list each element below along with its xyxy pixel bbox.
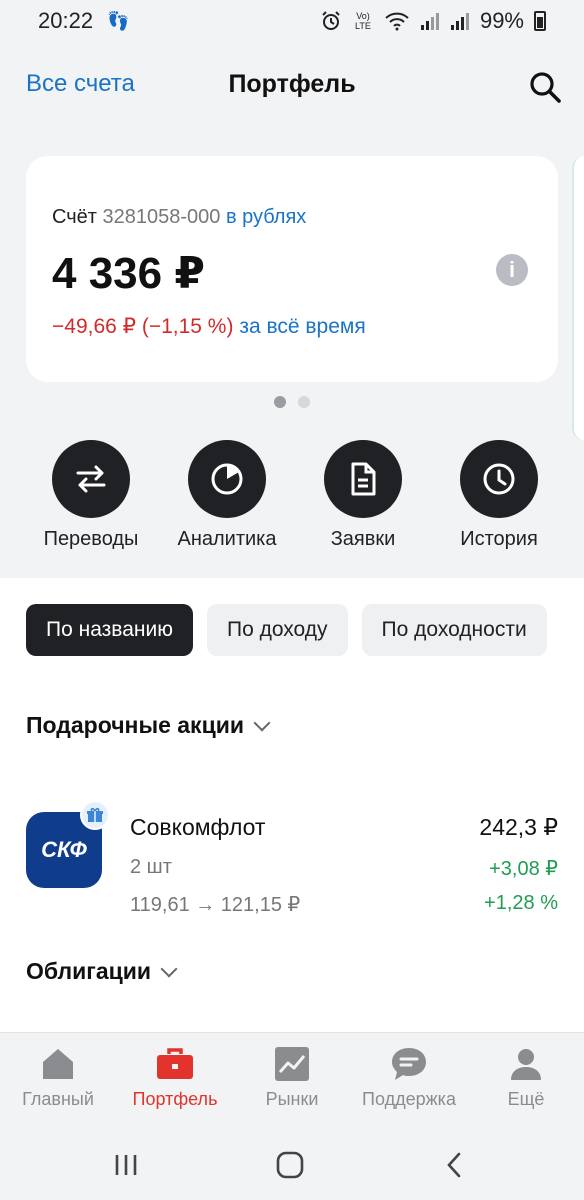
bottom-nav: Главный Портфель Рынки Поддержка Ещё (0, 1032, 584, 1128)
account-line: Счёт 3281058-000 в рублях (52, 206, 306, 229)
nav-markets[interactable]: Рынки (234, 1045, 350, 1110)
holdings-list: По названию По доходу По доходности Пода… (0, 578, 584, 1032)
account-balance: 4 336 ₽ (52, 249, 205, 298)
section-title: Подарочные акции (26, 712, 244, 738)
nav-portfolio-label: Портфель (132, 1089, 218, 1109)
change-period-link[interactable]: за всё время (239, 315, 365, 338)
signal-icon-2 (450, 13, 469, 30)
home-button-icon[interactable] (270, 1148, 310, 1182)
sort-chips: По названию По доходу По доходности (26, 604, 547, 656)
gift-badge (80, 800, 110, 830)
nav-more-label: Ещё (507, 1089, 545, 1109)
system-nav-bar (0, 1128, 584, 1200)
account-change-value: −49,66 ₽ (−1,15 %) (52, 315, 234, 338)
sort-by-name-chip[interactable]: По названию (26, 604, 193, 656)
holding-name: Совкомфлот (130, 814, 266, 840)
wifi-icon (385, 12, 409, 31)
status-time: 20:22 (38, 8, 94, 33)
transfers-button[interactable]: Переводы (31, 440, 151, 551)
transfer-icon (76, 465, 106, 493)
transfers-label: Переводы (43, 528, 139, 550)
app-header: Все счета Портфель (0, 58, 584, 114)
holding-quantity: 2 шт (130, 856, 172, 878)
account-card[interactable]: Счёт 3281058-000 в рублях 4 336 ₽ −49,66… (26, 156, 558, 382)
search-icon[interactable] (528, 70, 562, 104)
nav-portfolio[interactable]: Портфель (117, 1045, 233, 1110)
chevron-down-icon (160, 960, 178, 977)
chevron-down-icon (253, 714, 271, 731)
history-label: История (460, 528, 538, 550)
nav-markets-label: Рынки (265, 1089, 319, 1109)
nav-support[interactable]: Поддержка (351, 1045, 467, 1110)
holding-value: 242,3 ₽ (479, 814, 558, 840)
history-button[interactable]: История (439, 440, 559, 551)
holding-change-pct: +1,28 % (484, 892, 558, 914)
holding-row[interactable]: СКФ Совкомфлот 2 шт 119,61 → 121,15 ₽ 24… (0, 796, 584, 916)
battery-icon (534, 11, 546, 31)
signal-icon (420, 13, 439, 30)
sort-by-income-chip[interactable]: По доходу (206, 604, 348, 656)
clock-icon (483, 463, 515, 495)
section-title: Облигации (26, 958, 152, 984)
holding-change-abs: +3,08 ₽ (489, 858, 558, 880)
battery-percent: 99% (479, 8, 524, 33)
chat-icon (392, 1048, 426, 1080)
nav-support-label: Поддержка (362, 1089, 456, 1109)
home-icon (43, 1049, 73, 1079)
page-title: Портфель (228, 70, 356, 98)
quick-actions: Переводы Аналитика Заявки История (0, 440, 584, 560)
carousel-dot-2[interactable] (298, 396, 310, 408)
analytics-button[interactable]: Аналитика (167, 440, 287, 551)
chart-icon (275, 1047, 309, 1081)
sort-by-yield-chip[interactable]: По доходности (361, 604, 547, 656)
alarm-icon (322, 11, 340, 30)
volte-icon: Vo) LTE (355, 11, 371, 31)
document-icon (351, 462, 376, 496)
briefcase-icon (157, 1048, 193, 1079)
analytics-label: Аналитика (177, 528, 277, 550)
footsteps-icon: 👣 (107, 10, 130, 31)
profile-icon (511, 1049, 541, 1080)
status-bar: 20:22 👣 Vo) LTE 99% (0, 0, 584, 42)
gift-icon (87, 807, 103, 822)
account-label: Счёт (52, 206, 97, 228)
orders-label: Заявки (330, 528, 396, 550)
nav-more[interactable]: Ещё (468, 1045, 584, 1110)
section-bonds[interactable]: Облигации (26, 958, 178, 985)
back-icon[interactable] (434, 1148, 474, 1182)
nav-home[interactable]: Главный (0, 1045, 116, 1110)
recent-apps-icon[interactable] (106, 1148, 146, 1182)
nav-home-label: Главный (22, 1089, 94, 1109)
pie-chart-icon (211, 463, 243, 495)
carousel-indicator (0, 396, 584, 408)
account-currency-link[interactable]: в рублях (226, 206, 306, 228)
account-number: 3281058-000 (102, 206, 221, 228)
section-gift-shares[interactable]: Подарочные акции (26, 712, 271, 739)
account-change: −49,66 ₽ (−1,15 %) за всё время (52, 314, 366, 339)
holding-price-range: 119,61 → 121,15 ₽ (130, 894, 301, 916)
info-icon[interactable]: i (496, 254, 528, 286)
status-icons: Vo) LTE 99% (320, 8, 546, 34)
orders-button[interactable]: Заявки (303, 440, 423, 551)
carousel-dot-1[interactable] (274, 396, 286, 408)
